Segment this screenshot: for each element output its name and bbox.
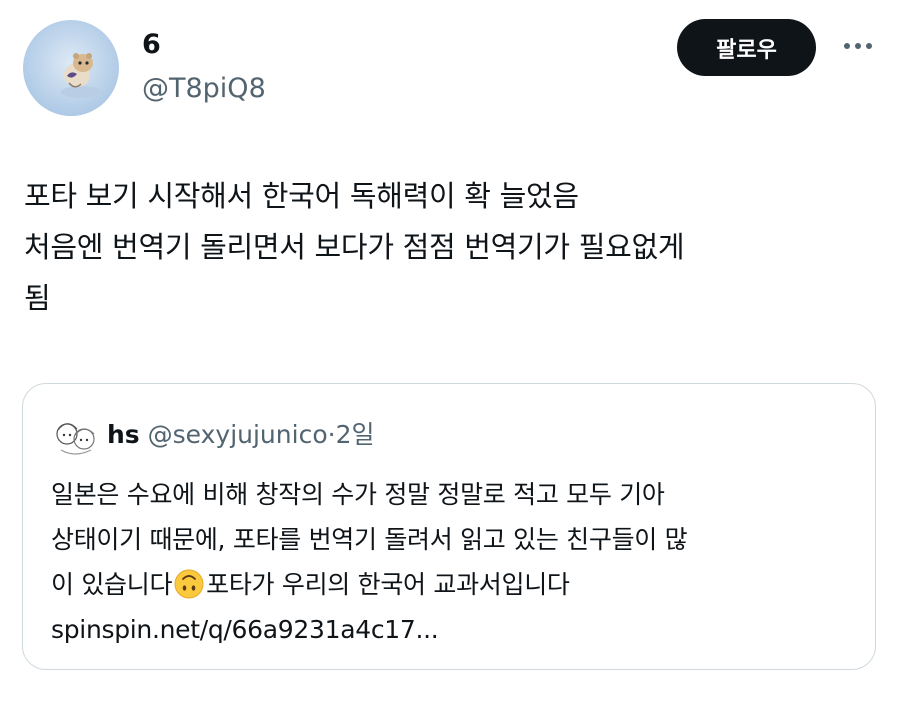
tweet-text-line: 처음엔 번역기 돌리면서 보다가 점점 번역기가 필요없게 [24, 230, 685, 264]
quoted-text-line: 상태이기 때문에, 포타를 번역기 돌려서 읽고 있는 친구들이 많 [51, 525, 688, 554]
quoted-tweet-text: 일본은 수요에 비해 창작의 수가 정말 정말로 적고 모두 기아 상태이기 때… [51, 472, 871, 652]
tweet-text: 포타 보기 시작해서 한국어 독해력이 확 늘었음 처음엔 번역기 돌리면서 보… [24, 171, 874, 324]
quoted-author-handle[interactable]: @sexyjujunico [148, 420, 328, 449]
hamster-avatar-image [23, 20, 119, 116]
quoted-text-line: 일본은 수요에 비해 창작의 수가 정말 정말로 적고 모두 기아 [51, 480, 665, 509]
quoted-author-name[interactable]: hs [107, 420, 140, 449]
author-handle[interactable]: @T8piQ8 [142, 72, 266, 106]
separator-dot: · [327, 420, 336, 449]
author-display-name[interactable]: 6 [142, 28, 161, 62]
upside-down-face-emoji-icon [174, 569, 204, 599]
author-avatar[interactable] [23, 20, 119, 116]
sketch-avatar-image [51, 412, 99, 460]
more-options-button[interactable] [838, 34, 878, 58]
quoted-tweet-time[interactable]: 2일 [336, 420, 375, 449]
quoted-text-line: 이 있습니다 포타가 우리의 한국어 교과서입니다 [51, 562, 871, 607]
quoted-tweet-card[interactable]: hs @sexyjujunico·2일 일본은 수요에 비해 창작의 수가 정말… [22, 383, 876, 670]
follow-button[interactable]: 팔로우 [677, 19, 816, 76]
quoted-text-fragment: 포타가 우리의 한국어 교과서입니다 [206, 570, 570, 599]
quoted-tweet-link[interactable]: spinspin.net/q/66a9231a4c17... [51, 607, 871, 652]
quoted-text-fragment: 이 있습니다 [51, 570, 173, 599]
tweet-text-line: 됨 [24, 281, 51, 315]
quoted-tweet-header: hs @sexyjujunico·2일 [107, 416, 374, 454]
quoted-author-avatar[interactable] [51, 412, 99, 460]
tweet-text-line: 포타 보기 시작해서 한국어 독해력이 확 늘었음 [24, 179, 579, 213]
more-horizontal-icon [844, 43, 872, 49]
